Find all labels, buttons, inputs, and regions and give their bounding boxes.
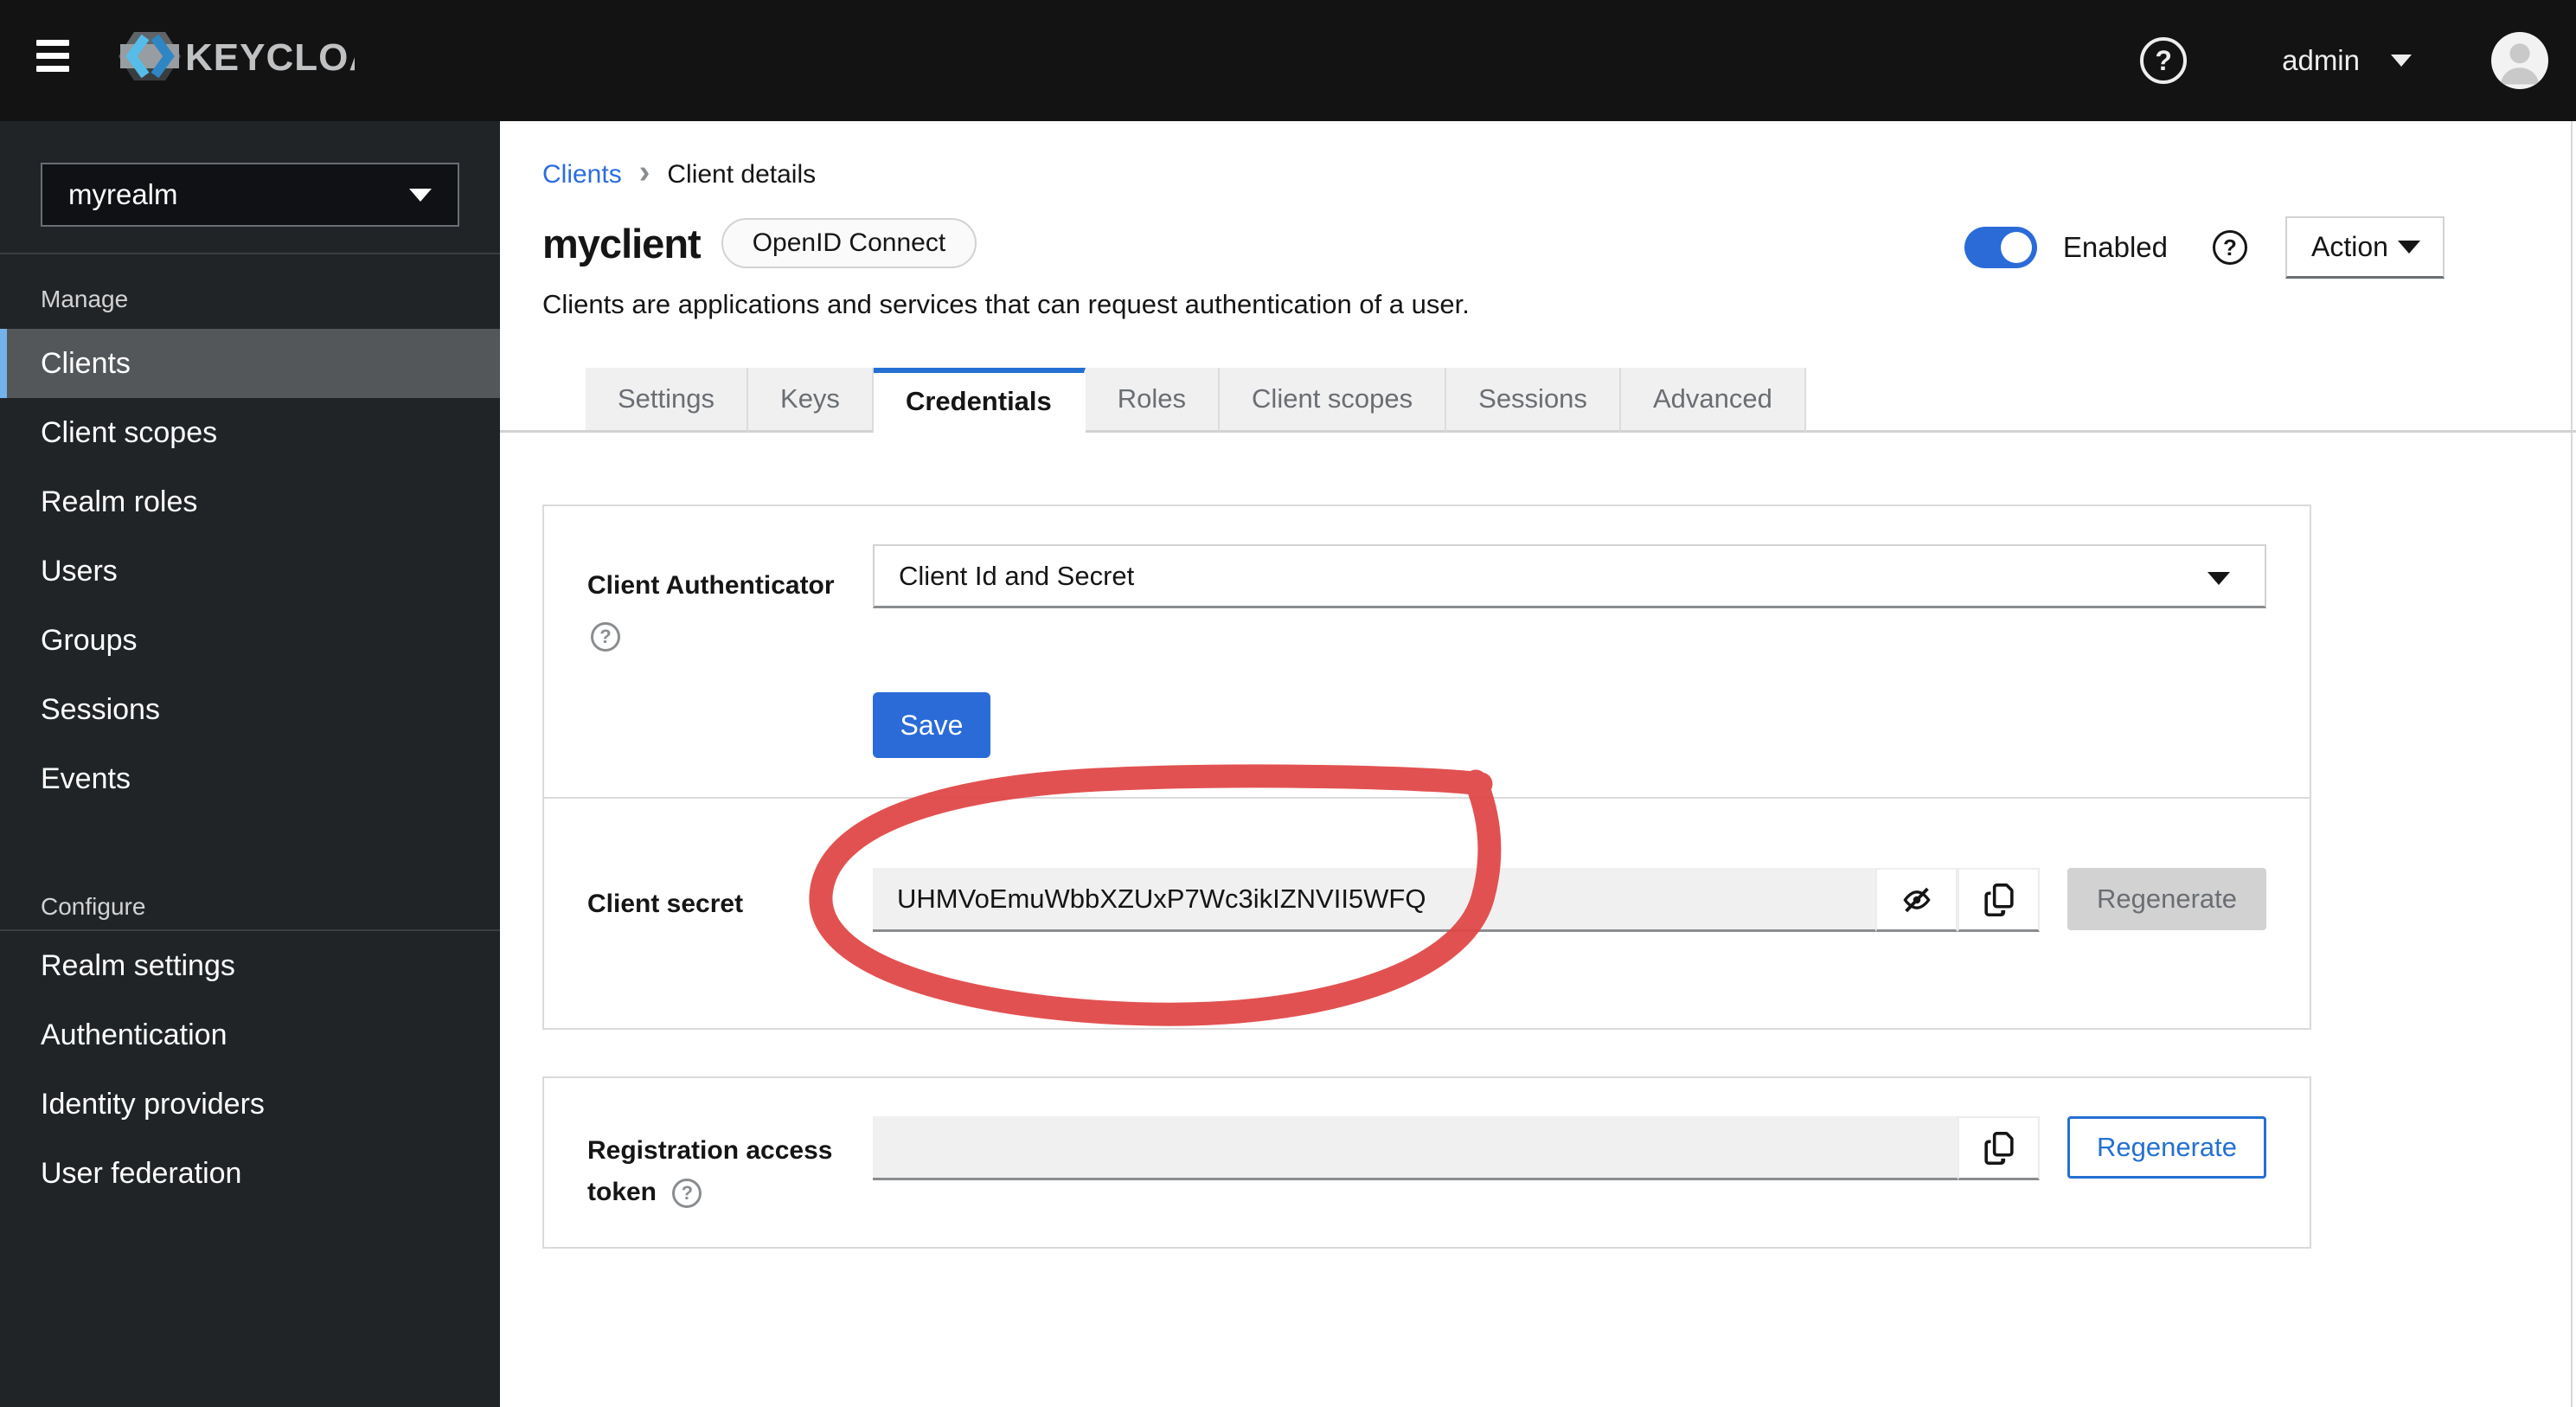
page-description: Clients are applications and services th… [542, 289, 1470, 319]
client-authenticator-card: Client Authenticator ? Client Id and Sec… [542, 504, 2311, 799]
keycloak-admin-console: KEYCLOAK ? admin myrealm Mana [0, 0, 2576, 1407]
registration-token-label: Registration access token ? [587, 1130, 873, 1213]
sidebar-item-authentication[interactable]: Authentication [0, 1000, 500, 1070]
sidebar-item-events[interactable]: Events [0, 744, 500, 813]
person-icon [2500, 43, 2540, 85]
tab-advanced[interactable]: Advanced [1620, 368, 1806, 433]
client-secret-card: Client secret UHMVoEmuWbbXZUxP7Wc3ikIZNV… [542, 797, 2311, 1030]
sidebar-item-clients[interactable]: Clients [0, 329, 500, 398]
copy-icon [1983, 883, 2014, 916]
action-dropdown[interactable]: Action [2285, 216, 2445, 279]
client-secret-label: Client secret [587, 890, 744, 918]
regenerate-token-button[interactable]: Regenerate [2067, 1116, 2266, 1179]
copy-icon [1983, 1131, 2014, 1165]
client-authenticator-label: Client Authenticator [587, 571, 835, 600]
masthead: KEYCLOAK ? admin [0, 0, 2576, 121]
tab-client-scopes[interactable]: Client scopes [1220, 368, 1447, 433]
sidebar: myrealm Manage Clients Client scopes Rea… [0, 121, 500, 1407]
realm-selector[interactable]: myrealm [41, 163, 459, 227]
help-icon[interactable]: ? [672, 1179, 702, 1209]
page-title: myclient [542, 220, 702, 267]
brand-text: KEYCLOAK [185, 36, 355, 79]
masthead-right: ? admin [2140, 0, 2576, 121]
tab-sessions[interactable]: Sessions [1446, 368, 1621, 433]
tab-settings[interactable]: Settings [586, 368, 749, 433]
avatar [2491, 32, 2548, 89]
keycloak-logo: KEYCLOAK [112, 22, 355, 91]
breadcrumb: Clients › Client details [542, 154, 817, 190]
sidebar-item-users[interactable]: Users [0, 536, 500, 606]
registration-token-card: Registration access token ? Regenerate [542, 1076, 2311, 1249]
header-controls: Enabled ? Action [1964, 216, 2445, 279]
save-button[interactable]: Save [873, 692, 990, 758]
sidebar-item-user-federation[interactable]: User federation [0, 1139, 500, 1208]
regenerate-secret-button[interactable]: Regenerate [2067, 868, 2266, 930]
chevron-right-icon: › [638, 154, 650, 190]
show-secret-button[interactable] [1875, 868, 1958, 932]
client-authenticator-select[interactable]: Client Id and Secret [873, 544, 2266, 608]
username: admin [2282, 44, 2360, 76]
tab-roles[interactable]: Roles [1085, 368, 1221, 433]
tab-keys[interactable]: Keys [748, 368, 874, 433]
realm-name: myrealm [68, 178, 178, 210]
chevron-down-icon [2208, 572, 2230, 585]
copy-button[interactable] [1958, 868, 2040, 932]
tab-bar: Settings Keys Credentials Roles Client s… [500, 368, 2576, 433]
sidebar-item-client-scopes[interactable]: Client scopes [0, 398, 500, 467]
action-label: Action [2311, 231, 2388, 262]
sidebar-item-realm-settings[interactable]: Realm settings [0, 931, 500, 1000]
chevron-down-icon [2391, 55, 2412, 67]
hamburger-menu-icon[interactable] [36, 40, 71, 76]
enabled-toggle[interactable] [1964, 227, 2037, 268]
main-content: Clients › Client details myclient OpenID… [500, 121, 2576, 1407]
enabled-label: Enabled [2062, 231, 2168, 263]
eye-slash-icon [1902, 887, 1931, 912]
sidebar-item-sessions[interactable]: Sessions [0, 675, 500, 744]
tab-credentials[interactable]: Credentials [873, 368, 1086, 433]
page-header: myclient OpenID Connect [542, 218, 977, 268]
chevron-down-icon [2398, 241, 2420, 254]
help-icon[interactable]: ? [2213, 230, 2247, 265]
sidebar-item-realm-roles[interactable]: Realm roles [0, 467, 500, 536]
nav-group-manage: Manage [41, 286, 129, 312]
registration-token-input[interactable] [873, 1116, 1958, 1180]
help-icon[interactable]: ? [591, 622, 620, 652]
content-right-border [2571, 121, 2573, 1407]
breadcrumb-link-clients[interactable]: Clients [542, 160, 622, 190]
chevron-down-icon [409, 188, 432, 202]
protocol-badge: OpenID Connect [721, 218, 977, 268]
sidebar-item-groups[interactable]: Groups [0, 606, 500, 675]
sidebar-item-identity-providers[interactable]: Identity providers [0, 1070, 500, 1139]
user-menu-dropdown[interactable]: admin [2282, 44, 2412, 77]
client-secret-input[interactable] [873, 868, 1875, 932]
breadcrumb-current: Client details [667, 160, 817, 189]
help-icon[interactable]: ? [2140, 37, 2188, 84]
client-authenticator-value: Client Id and Secret [899, 560, 1135, 591]
copy-button[interactable] [1958, 1116, 2040, 1180]
